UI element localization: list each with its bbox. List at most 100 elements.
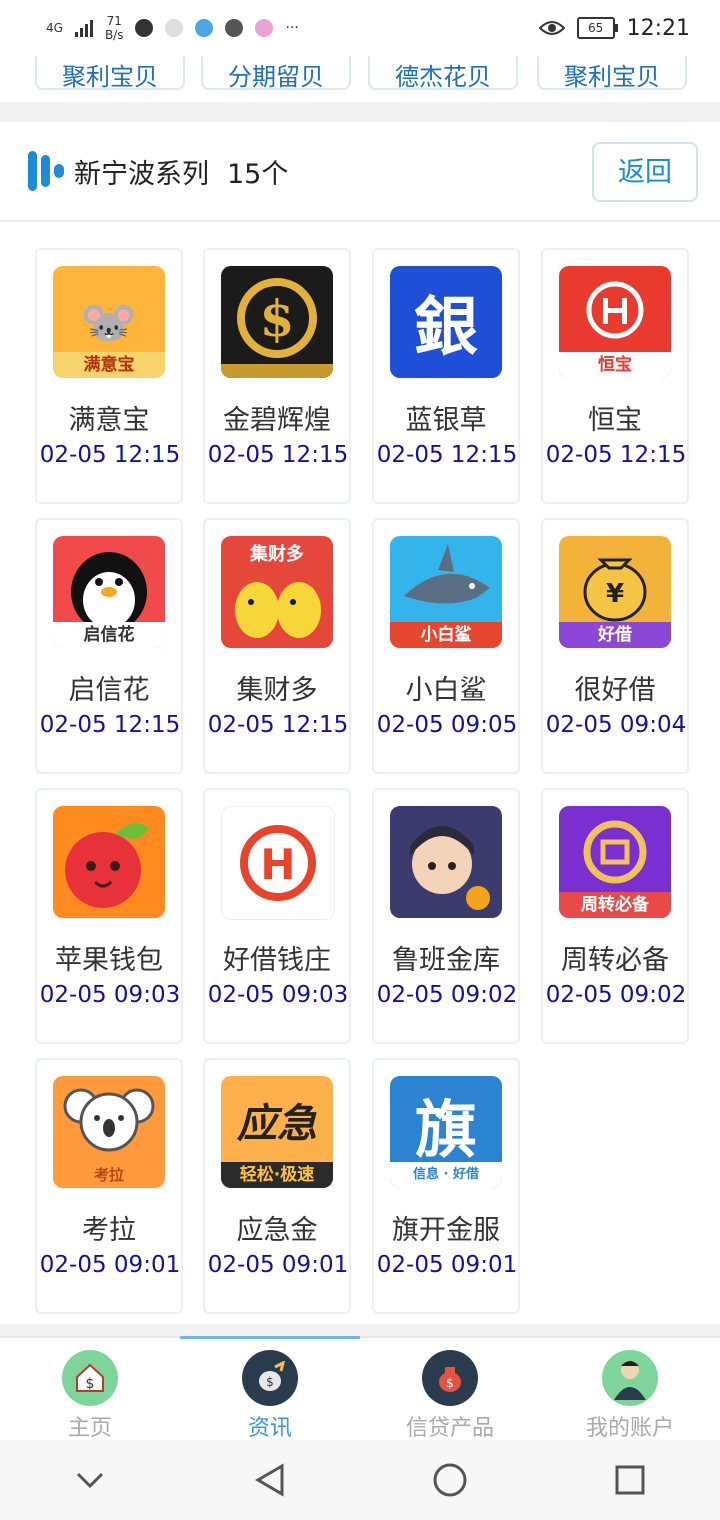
- series-header: 新宁波系列 15个 返回: [0, 122, 720, 222]
- app-logo-dollar-icon: $: [221, 266, 333, 378]
- app-logo-apple-icon: [53, 806, 165, 918]
- app-card[interactable]: 恒宝 恒宝 02-05 12:15: [541, 248, 689, 504]
- app-name: 满意宝: [68, 405, 150, 436]
- app-time: 02-05 09:05: [376, 712, 518, 738]
- network-label: 4G: [46, 21, 63, 35]
- cartoon-character-icon: [410, 826, 490, 910]
- signal-icon: [74, 19, 93, 37]
- app-logo-shark-icon: 小白鲨: [390, 536, 502, 648]
- strip-chip-label: 聚利宝贝: [564, 63, 660, 91]
- strip-chip-label: 分期留贝: [228, 63, 324, 91]
- status-left: 4G 71 B/s ···: [46, 14, 299, 42]
- money-sack-icon: $: [422, 1350, 478, 1406]
- app-logo-penguin-icon: 启信花: [53, 536, 165, 648]
- app-card[interactable]: 集财多 集财多 02-05 12:15: [203, 518, 351, 774]
- logo-glyph: 应急: [237, 1100, 317, 1147]
- mouse-icon: 🐭: [80, 294, 138, 349]
- series-title: 新宁波系列: [74, 158, 209, 190]
- app-card[interactable]: $ 金碧辉煌 02-05 12:15: [203, 248, 351, 504]
- logo-glyph: ¥: [606, 579, 624, 609]
- network-speed: 71 B/s: [105, 14, 124, 42]
- previous-series-strip: 聚利宝贝 分期留贝 德杰花贝 聚利宝贝: [0, 56, 720, 102]
- app-card[interactable]: 苹果钱包 02-05 09:03: [35, 788, 183, 1044]
- app-card[interactable]: 周转必备 周转必备 02-05 09:02: [541, 788, 689, 1044]
- status-bar: 4G 71 B/s ··· 65 12:21: [0, 0, 720, 56]
- tab-loan-products[interactable]: $ 信贷产品: [360, 1338, 540, 1441]
- speed-value: 71: [106, 14, 122, 28]
- back-button-label: 返回: [618, 157, 672, 188]
- app-time: 02-05 12:15: [207, 712, 349, 738]
- app-card[interactable]: 🐭 满意宝 满意宝 02-05 12:15: [35, 248, 183, 504]
- logo-badge: 小白鲨: [390, 622, 502, 648]
- svg-text:$: $: [446, 1376, 454, 1390]
- series-count: 15个: [227, 158, 289, 190]
- app-card[interactable]: 鲁班金库 02-05 09:02: [372, 788, 520, 1044]
- house-dollar-icon: $: [62, 1350, 118, 1406]
- strip-chip[interactable]: 聚利宝贝: [537, 56, 687, 91]
- app-icon: [195, 19, 214, 37]
- logo-badge: 周转必备: [559, 892, 671, 918]
- tab-home[interactable]: $ 主页: [0, 1338, 180, 1441]
- network-type: 4G: [46, 21, 63, 35]
- app-name: 启信花: [68, 675, 150, 706]
- app-name: 考拉: [82, 1215, 136, 1246]
- app-name: 旗开金服: [392, 1215, 500, 1246]
- logo-badge: 恒宝: [559, 352, 671, 378]
- app-time: 02-05 09:02: [376, 982, 518, 1008]
- app-card[interactable]: 銀 蓝银草 02-05 12:15: [372, 248, 520, 504]
- app-time: 02-05 09:02: [545, 982, 687, 1008]
- logo-badge: 满意宝: [53, 352, 165, 378]
- h-ring-icon: H: [240, 825, 316, 901]
- app-name: 苹果钱包: [55, 945, 163, 976]
- svg-text:$: $: [266, 1375, 274, 1389]
- app-name: 恒宝: [588, 405, 642, 436]
- app-name: 小白鲨: [405, 675, 487, 706]
- app-time: 02-05 12:15: [207, 442, 349, 468]
- app-time: 02-05 12:15: [545, 442, 687, 468]
- system-navigation-bar: [0, 1440, 720, 1520]
- speed-unit: B/s: [104, 28, 124, 42]
- strip-chip[interactable]: 聚利宝贝: [35, 56, 185, 91]
- app-logo-haojie-icon: H: [221, 806, 335, 920]
- app-card[interactable]: 旗 信息 · 好借 旗开金服 02-05 09:01: [372, 1058, 520, 1314]
- chicks-icon: 集财多: [235, 543, 321, 638]
- tab-my-account[interactable]: 我的账户: [540, 1338, 720, 1441]
- tab-label: 资讯: [247, 1416, 292, 1441]
- app-time: 02-05 12:15: [39, 712, 181, 738]
- app-logo-koala-icon: 考拉: [53, 1076, 165, 1188]
- app-card[interactable]: 小白鲨 小白鲨 02-05 09:05: [372, 518, 520, 774]
- bottom-tab-bar: $ 主页 $ 资讯 $ 信贷产品 我的账户: [0, 1336, 720, 1441]
- series-bars-icon: [28, 151, 64, 191]
- back-triangle-icon[interactable]: [240, 1450, 300, 1510]
- gallery-icon: [255, 19, 274, 37]
- back-button[interactable]: 返回: [592, 142, 698, 202]
- app-card[interactable]: ¥ 好借 很好借 02-05 09:04: [541, 518, 689, 774]
- battery-level: 65: [587, 21, 604, 35]
- collapse-chevron-icon[interactable]: [60, 1450, 120, 1510]
- app-card[interactable]: 考拉 考拉 02-05 09:01: [35, 1058, 183, 1314]
- logo-glyph: 旗: [414, 1093, 477, 1166]
- app-logo-yingji-icon: 应急 轻松·极速: [221, 1076, 333, 1188]
- app-name: 应急金: [236, 1215, 318, 1246]
- recents-square-icon[interactable]: [600, 1450, 660, 1510]
- strip-chip[interactable]: 分期留贝: [201, 56, 351, 91]
- app-time: 02-05 09:01: [376, 1252, 518, 1278]
- tab-news[interactable]: $ 资讯: [180, 1336, 360, 1441]
- money-bag-icon: $: [242, 1350, 298, 1406]
- person-icon: [165, 19, 184, 37]
- app-logo-zhouzhuan-icon: 周转必备: [559, 806, 671, 918]
- app-card[interactable]: H 好借钱庄 02-05 09:03: [203, 788, 351, 1044]
- app-name: 很好借: [574, 675, 656, 706]
- home-circle-icon[interactable]: [420, 1450, 480, 1510]
- series-panel: 新宁波系列 15个 返回 🐭 满意宝 满意宝 02-05 12:15 $ 金碧辉: [0, 122, 720, 1324]
- app-logo-silver-icon: 銀: [390, 266, 502, 378]
- logo-badge: 信息 · 好借: [390, 1162, 502, 1188]
- app-time: 02-05 09:03: [207, 982, 349, 1008]
- user-avatar-icon: [602, 1350, 658, 1406]
- strip-chip[interactable]: 德杰花贝: [368, 56, 518, 91]
- app-card[interactable]: 启信花 启信花 02-05 12:15: [35, 518, 183, 774]
- app-logo-chicks-icon: 集财多: [221, 536, 333, 648]
- app-card[interactable]: 应急 轻松·极速 应急金 02-05 09:01: [203, 1058, 351, 1314]
- logo-glyph: 銀: [414, 290, 478, 365]
- app-name: 鲁班金库: [392, 945, 500, 976]
